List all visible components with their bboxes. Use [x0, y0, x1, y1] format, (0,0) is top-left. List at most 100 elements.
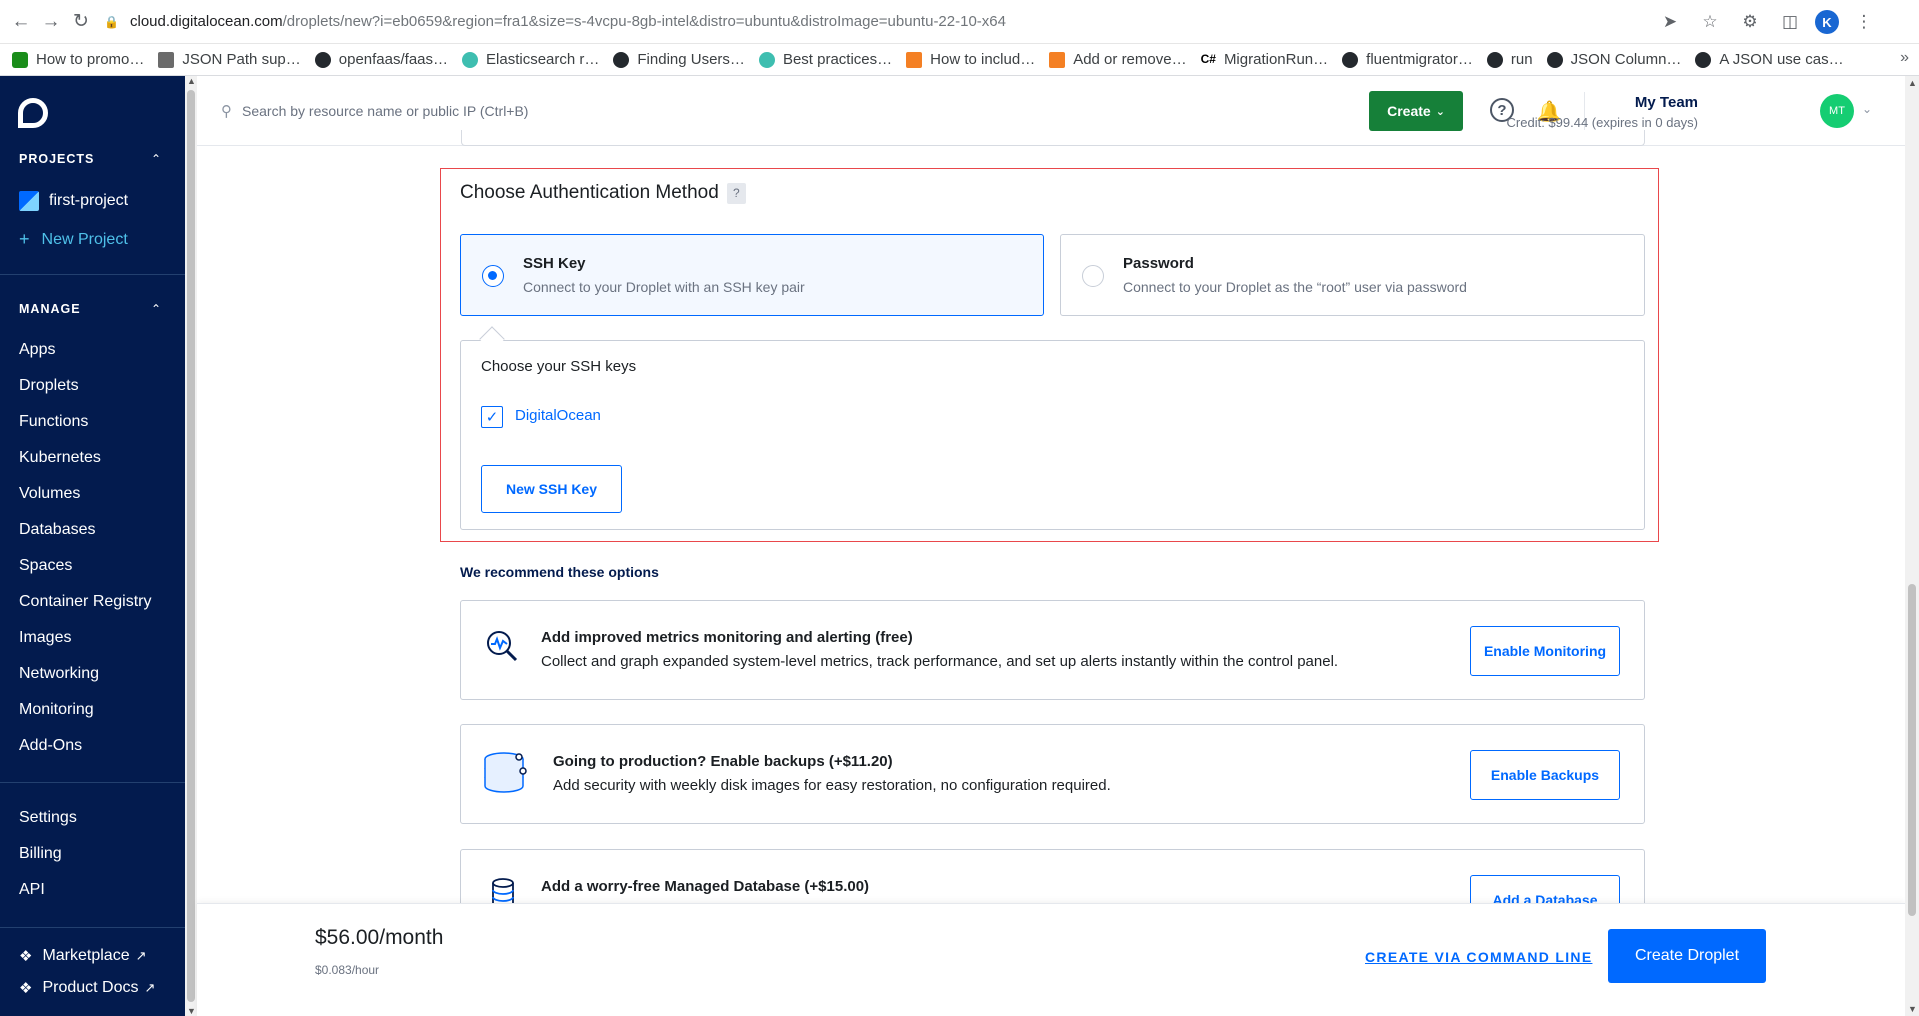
backups-icon: [483, 749, 531, 793]
profile-avatar[interactable]: K: [1815, 10, 1839, 34]
create-droplet-button[interactable]: Create Droplet: [1608, 929, 1766, 983]
new-ssh-key-button[interactable]: New SSH Key: [481, 465, 622, 513]
bookmark-favicon: [758, 51, 775, 68]
side-panel-icon[interactable]: ◫: [1775, 7, 1805, 37]
auth-method-title: Choose Authentication Method ?: [460, 182, 746, 204]
scrollbar-thumb[interactable]: [1908, 584, 1916, 916]
sidebar-divider: [0, 274, 185, 275]
password-description: Connect to your Droplet as the “root” us…: [1123, 279, 1467, 295]
sidebar-item-marketplace[interactable]: ❖ Marketplace ↗: [19, 947, 147, 965]
ssh-key-checkbox[interactable]: ✓: [481, 406, 503, 428]
enable-monitoring-button[interactable]: Enable Monitoring: [1470, 626, 1620, 676]
sidebar-item-add-ons[interactable]: Add-Ons: [19, 737, 82, 755]
sidebar-item-spaces[interactable]: Spaces: [19, 557, 72, 575]
bookmark-item[interactable]: How to includ…: [906, 51, 1035, 68]
github-icon: [613, 51, 630, 68]
sidebar-item-billing[interactable]: Billing: [19, 845, 62, 863]
github-icon: [314, 51, 331, 68]
sidebar-item-product-docs[interactable]: ❖ Product Docs ↗: [19, 979, 155, 997]
search-bar[interactable]: ⚲ Search by resource name or public IP (…: [221, 102, 528, 120]
checkmark-icon: ✓: [485, 409, 499, 426]
bookmark-favicon: [1695, 51, 1712, 68]
address-bar[interactable]: 🔒 cloud.digitalocean.com/droplets/new?i=…: [104, 5, 1734, 39]
sidebar-item-images[interactable]: Images: [19, 629, 71, 647]
bookmark-item[interactable]: Finding Users…: [613, 51, 745, 68]
scroll-up-arrow-icon[interactable]: ▲: [187, 76, 196, 86]
ssh-key-radio[interactable]: [482, 265, 504, 287]
monitoring-card: Add improved metrics monitoring and aler…: [460, 600, 1645, 700]
auth-option-ssh-key[interactable]: SSH Key Connect to your Droplet with an …: [460, 234, 1044, 316]
scroll-down-arrow-icon[interactable]: ▼: [1908, 1004, 1917, 1014]
sidebar-scrollbar[interactable]: ▲ ▼: [185, 76, 197, 1016]
backups-card: Going to production? Enable backups (+$1…: [460, 724, 1645, 824]
create-button[interactable]: Create ⌄: [1369, 91, 1463, 131]
scroll-up-arrow-icon[interactable]: ▲: [1908, 78, 1917, 88]
manage-header[interactable]: MANAGE: [19, 302, 81, 316]
browser-toolbar: ← → ↻ 🔒 cloud.digitalocean.com/droplets/…: [0, 0, 1919, 44]
create-via-cli-link[interactable]: CREATE VIA COMMAND LINE: [1365, 949, 1592, 965]
share-icon[interactable]: ➤: [1655, 7, 1685, 37]
chevron-up-icon[interactable]: ⌃: [151, 152, 161, 166]
avatar[interactable]: MT: [1820, 94, 1854, 128]
bookmark-star-icon[interactable]: ☆: [1695, 7, 1725, 37]
summary-footer: $56.00/month $0.083/hour CREATE VIA COMM…: [197, 903, 1905, 1016]
bookmark-item[interactable]: Elasticsearch r…: [462, 51, 599, 68]
bookmark-item[interactable]: JSON Column…: [1546, 51, 1681, 68]
external-link-icon: ↗: [144, 980, 156, 995]
sidebar-item-volumes[interactable]: Volumes: [19, 485, 80, 503]
help-tooltip-icon[interactable]: ?: [726, 182, 746, 204]
sidebar-item-api[interactable]: API: [19, 881, 45, 899]
ssh-key-description: Connect to your Droplet with an SSH key …: [523, 279, 805, 295]
team-info[interactable]: My Team Credit: $99.44 (expires in 0 day…: [1507, 94, 1698, 130]
sidebar-item-monitoring[interactable]: Monitoring: [19, 701, 94, 719]
projects-header[interactable]: PROJECTS: [19, 152, 94, 166]
ssh-key-label[interactable]: DigitalOcean: [515, 407, 601, 424]
bookmark-item[interactable]: How to promo…: [12, 51, 144, 68]
bookmark-item[interactable]: run: [1486, 51, 1533, 68]
bookmark-item[interactable]: C# MigrationRun…: [1201, 51, 1329, 68]
scroll-down-arrow-icon[interactable]: ▼: [187, 1006, 196, 1016]
ssh-keys-title: Choose your SSH keys: [481, 358, 637, 375]
sidebar-divider: [0, 927, 185, 928]
bookmarks-overflow-icon[interactable]: »: [1900, 49, 1909, 67]
project-first-project[interactable]: first-project: [19, 191, 128, 211]
chrome-menu-icon[interactable]: ⋮: [1849, 7, 1879, 37]
monthly-price: $56.00/month: [315, 926, 444, 949]
forward-icon[interactable]: →: [36, 7, 66, 37]
bookmark-item[interactable]: Best practices…: [758, 51, 892, 68]
password-radio[interactable]: [1082, 265, 1104, 287]
sidebar-item-apps[interactable]: Apps: [19, 341, 55, 359]
sidebar-item-databases[interactable]: Databases: [19, 521, 96, 539]
enable-backups-button[interactable]: Enable Backups: [1470, 750, 1620, 800]
chevron-down-icon[interactable]: ⌄: [1862, 102, 1872, 116]
sidebar-item-networking[interactable]: Networking: [19, 665, 99, 683]
cube-icon: ❖: [19, 948, 33, 965]
back-icon[interactable]: ←: [6, 7, 36, 37]
page-scrollbar[interactable]: ▲ ▼: [1905, 76, 1919, 1016]
search-icon: ⚲: [221, 103, 232, 120]
sidebar-item-kubernetes[interactable]: Kubernetes: [19, 449, 101, 467]
sidebar-item-droplets[interactable]: Droplets: [19, 377, 79, 395]
external-link-icon: ↗: [135, 948, 147, 963]
github-icon: [1546, 51, 1563, 68]
bookmark-item[interactable]: openfaas/faas…: [314, 51, 448, 68]
digitalocean-logo[interactable]: [18, 98, 48, 128]
bookmark-item[interactable]: fluentmigrator…: [1342, 51, 1473, 68]
team-name: My Team: [1634, 94, 1698, 111]
extensions-icon[interactable]: ⚙: [1735, 7, 1765, 37]
bookmark-item[interactable]: JSON Path sup…: [158, 51, 301, 68]
scrollbar-thumb[interactable]: [187, 90, 195, 1002]
stackoverflow-icon: [1049, 51, 1066, 68]
recommendations-title: We recommend these options: [460, 564, 659, 580]
chevron-up-icon[interactable]: ⌃: [151, 302, 161, 316]
auth-option-password[interactable]: Password Connect to your Droplet as the …: [1060, 234, 1645, 316]
sidebar-item-settings[interactable]: Settings: [19, 809, 77, 827]
bookmark-item[interactable]: Add or remove…: [1049, 51, 1187, 68]
new-project-link[interactable]: + New Project: [19, 229, 128, 250]
search-input[interactable]: Search by resource name or public IP (Ct…: [242, 103, 528, 119]
bookmark-item[interactable]: A JSON use cas…: [1695, 51, 1844, 68]
reload-icon[interactable]: ↻: [66, 7, 96, 37]
sidebar-item-functions[interactable]: Functions: [19, 413, 88, 431]
sidebar-item-container-registry[interactable]: Container Registry: [19, 593, 152, 611]
project-icon: [19, 191, 39, 211]
